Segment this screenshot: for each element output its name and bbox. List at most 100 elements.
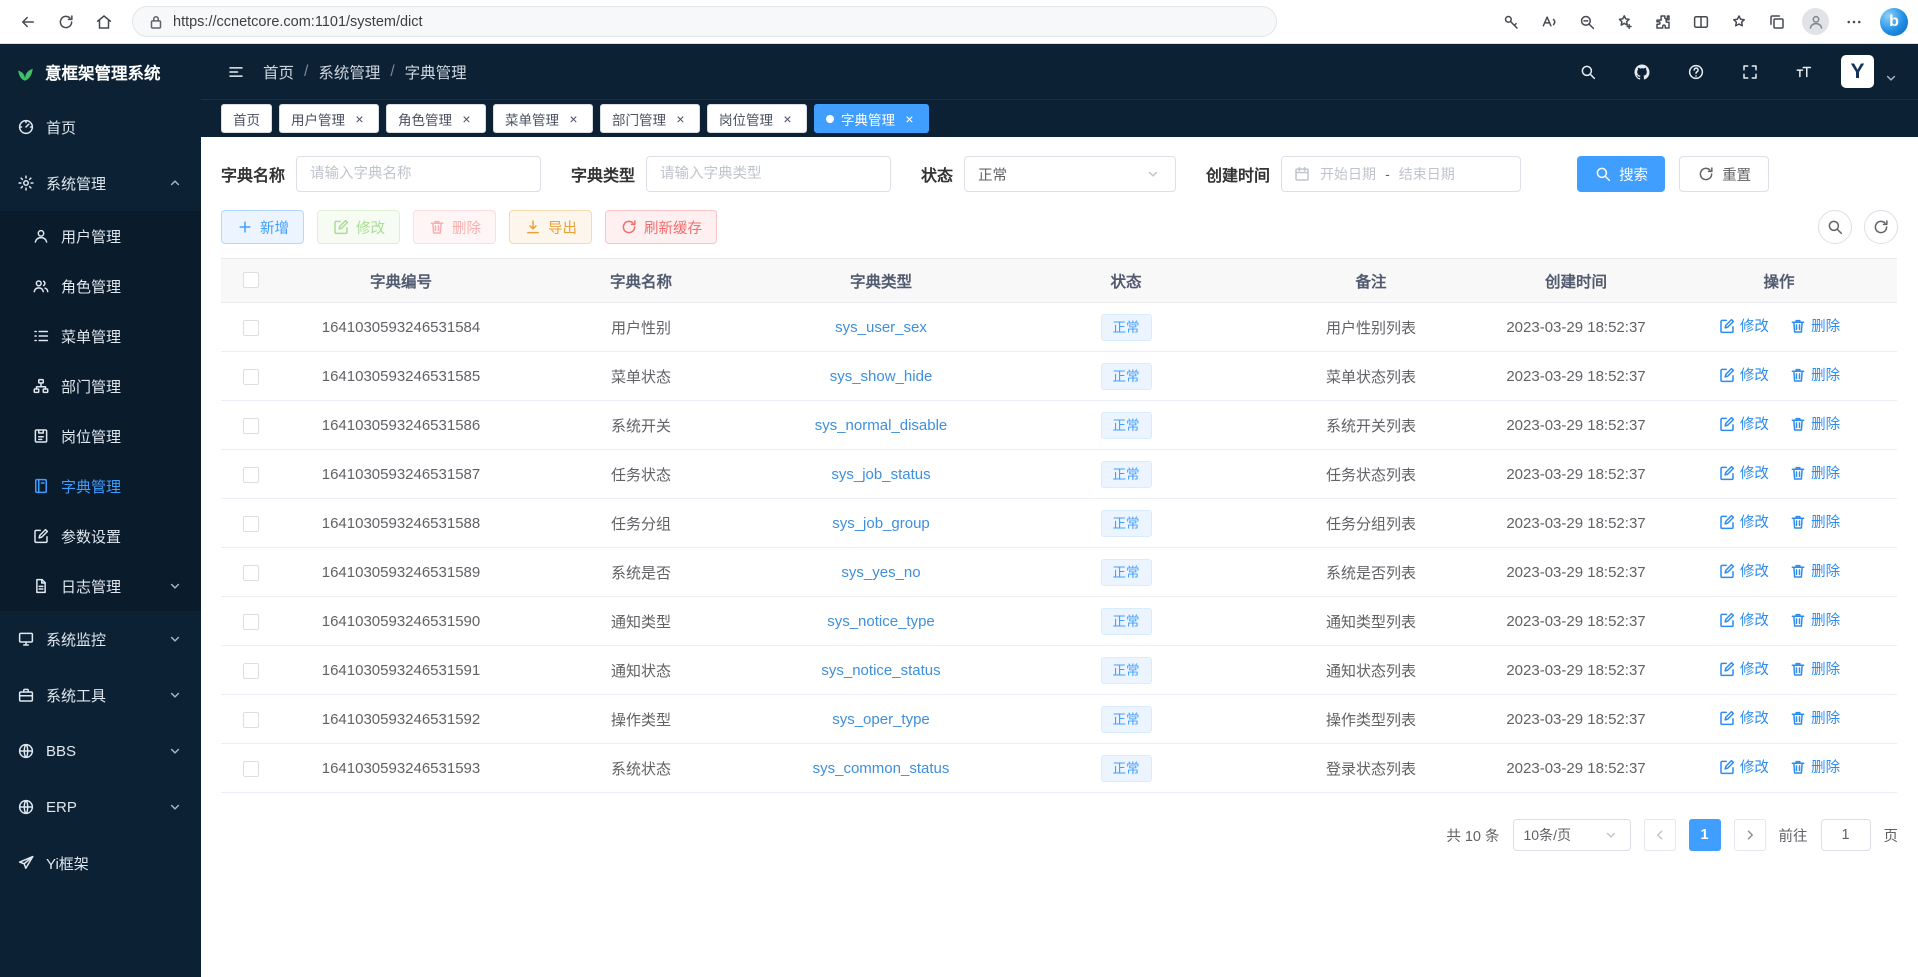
- sidebar-toggle-button[interactable]: [219, 55, 253, 89]
- tab-post-management[interactable]: 岗位管理: [707, 104, 807, 133]
- sidebar-item-role-management[interactable]: 角色管理: [0, 261, 201, 311]
- refresh-cache-button[interactable]: 刷新缓存: [605, 210, 717, 244]
- date-range-picker[interactable]: 开始日期 - 结束日期: [1281, 156, 1521, 192]
- tab-dept-management[interactable]: 部门管理: [600, 104, 700, 133]
- tab-role-management[interactable]: 角色管理: [386, 104, 486, 133]
- delete-button[interactable]: 删除: [413, 210, 496, 244]
- extensions-icon[interactable]: [1645, 5, 1681, 39]
- refresh-table-button[interactable]: [1864, 210, 1898, 244]
- sidebar-item-log-management[interactable]: 日志管理: [0, 561, 201, 611]
- more-options-icon[interactable]: [1836, 5, 1872, 39]
- dict-name-input[interactable]: [296, 156, 541, 192]
- row-delete-button[interactable]: 删除: [1789, 413, 1840, 434]
- add-favorite-icon[interactable]: [1607, 5, 1643, 39]
- zoom-icon[interactable]: [1569, 5, 1605, 39]
- breadcrumb-dict[interactable]: 字典管理: [405, 61, 467, 83]
- dict-type-link[interactable]: sys_notice_type: [827, 613, 935, 630]
- row-edit-button[interactable]: 修改: [1718, 364, 1769, 385]
- goto-page-input[interactable]: [1821, 819, 1871, 851]
- sidebar-item-yi-framework[interactable]: Yi框架: [0, 835, 201, 891]
- split-screen-icon[interactable]: [1683, 5, 1719, 39]
- dict-type-link[interactable]: sys_oper_type: [832, 711, 930, 728]
- row-delete-button[interactable]: 删除: [1789, 707, 1840, 728]
- sidebar-item-erp[interactable]: ERP: [0, 779, 201, 835]
- row-checkbox[interactable]: [243, 565, 259, 581]
- close-icon[interactable]: [459, 111, 474, 126]
- row-checkbox[interactable]: [243, 467, 259, 483]
- tab-user-management[interactable]: 用户管理: [279, 104, 379, 133]
- fullscreen-icon[interactable]: [1733, 55, 1767, 89]
- sidebar-item-home[interactable]: 首页: [0, 99, 201, 155]
- sidebar-item-system-monitor[interactable]: 系统监控: [0, 611, 201, 667]
- row-edit-button[interactable]: 修改: [1718, 413, 1769, 434]
- collections-icon[interactable]: [1759, 5, 1795, 39]
- sidebar-item-dict-management[interactable]: 字典管理: [0, 461, 201, 511]
- dict-type-link[interactable]: sys_notice_status: [821, 662, 940, 679]
- row-checkbox[interactable]: [243, 712, 259, 728]
- refresh-button[interactable]: [48, 5, 84, 39]
- close-icon[interactable]: [352, 111, 367, 126]
- close-icon[interactable]: [780, 111, 795, 126]
- sidebar-item-bbs[interactable]: BBS: [0, 723, 201, 779]
- row-checkbox[interactable]: [243, 418, 259, 434]
- help-icon[interactable]: [1679, 55, 1713, 89]
- user-avatar[interactable]: Y: [1841, 55, 1874, 88]
- sidebar-item-system-tools[interactable]: 系统工具: [0, 667, 201, 723]
- tab-home[interactable]: 首页: [221, 104, 272, 133]
- row-checkbox[interactable]: [243, 663, 259, 679]
- row-edit-button[interactable]: 修改: [1718, 658, 1769, 679]
- reset-button[interactable]: 重置: [1679, 156, 1769, 192]
- status-select[interactable]: 正常: [964, 156, 1176, 192]
- row-delete-button[interactable]: 删除: [1789, 560, 1840, 581]
- sidebar-item-param-settings[interactable]: 参数设置: [0, 511, 201, 561]
- current-page-button[interactable]: 1: [1689, 819, 1721, 851]
- close-icon[interactable]: [902, 111, 917, 126]
- profile-avatar[interactable]: [1802, 8, 1829, 35]
- page-size-select[interactable]: 10条/页: [1513, 819, 1631, 851]
- close-icon[interactable]: [673, 111, 688, 126]
- dict-type-link[interactable]: sys_common_status: [813, 760, 950, 777]
- address-bar[interactable]: https://ccnetcore.com:1101/system/dict: [132, 6, 1277, 37]
- font-size-icon[interactable]: [1787, 55, 1821, 89]
- row-edit-button[interactable]: 修改: [1718, 707, 1769, 728]
- row-edit-button[interactable]: 修改: [1718, 756, 1769, 777]
- row-edit-button[interactable]: 修改: [1718, 462, 1769, 483]
- breadcrumb-system[interactable]: 系统管理: [318, 61, 380, 83]
- dict-type-link[interactable]: sys_normal_disable: [815, 417, 948, 434]
- row-edit-button[interactable]: 修改: [1718, 609, 1769, 630]
- row-checkbox[interactable]: [243, 516, 259, 532]
- back-button[interactable]: [10, 5, 46, 39]
- bing-chat-icon[interactable]: b: [1880, 8, 1908, 36]
- favorites-icon[interactable]: [1721, 5, 1757, 39]
- add-button[interactable]: 新增: [221, 210, 304, 244]
- dict-type-link[interactable]: sys_show_hide: [830, 368, 933, 385]
- tab-dict-management[interactable]: 字典管理: [814, 104, 929, 133]
- export-button[interactable]: 导出: [509, 210, 592, 244]
- row-edit-button[interactable]: 修改: [1718, 511, 1769, 532]
- row-checkbox[interactable]: [243, 614, 259, 630]
- dict-type-input[interactable]: [646, 156, 891, 192]
- dict-type-link[interactable]: sys_yes_no: [841, 564, 920, 581]
- sidebar-item-dept-management[interactable]: 部门管理: [0, 361, 201, 411]
- breadcrumb-home[interactable]: 首页: [263, 61, 294, 83]
- row-edit-button[interactable]: 修改: [1718, 560, 1769, 581]
- home-button[interactable]: [86, 5, 122, 39]
- key-icon[interactable]: [1493, 5, 1529, 39]
- sidebar-item-post-management[interactable]: 岗位管理: [0, 411, 201, 461]
- github-icon[interactable]: [1625, 55, 1659, 89]
- sidebar-item-system-management[interactable]: 系统管理: [0, 155, 201, 211]
- read-aloud-icon[interactable]: [1531, 5, 1567, 39]
- sidebar-item-user-management[interactable]: 用户管理: [0, 211, 201, 261]
- dict-type-link[interactable]: sys_user_sex: [835, 319, 927, 336]
- row-delete-button[interactable]: 删除: [1789, 462, 1840, 483]
- row-checkbox[interactable]: [243, 761, 259, 777]
- sidebar-item-menu-management[interactable]: 菜单管理: [0, 311, 201, 361]
- search-button[interactable]: 搜索: [1577, 156, 1665, 192]
- row-delete-button[interactable]: 删除: [1789, 609, 1840, 630]
- row-delete-button[interactable]: 删除: [1789, 315, 1840, 336]
- close-icon[interactable]: [566, 111, 581, 126]
- search-icon[interactable]: [1571, 55, 1605, 89]
- row-checkbox[interactable]: [243, 320, 259, 336]
- row-delete-button[interactable]: 删除: [1789, 658, 1840, 679]
- row-checkbox[interactable]: [243, 369, 259, 385]
